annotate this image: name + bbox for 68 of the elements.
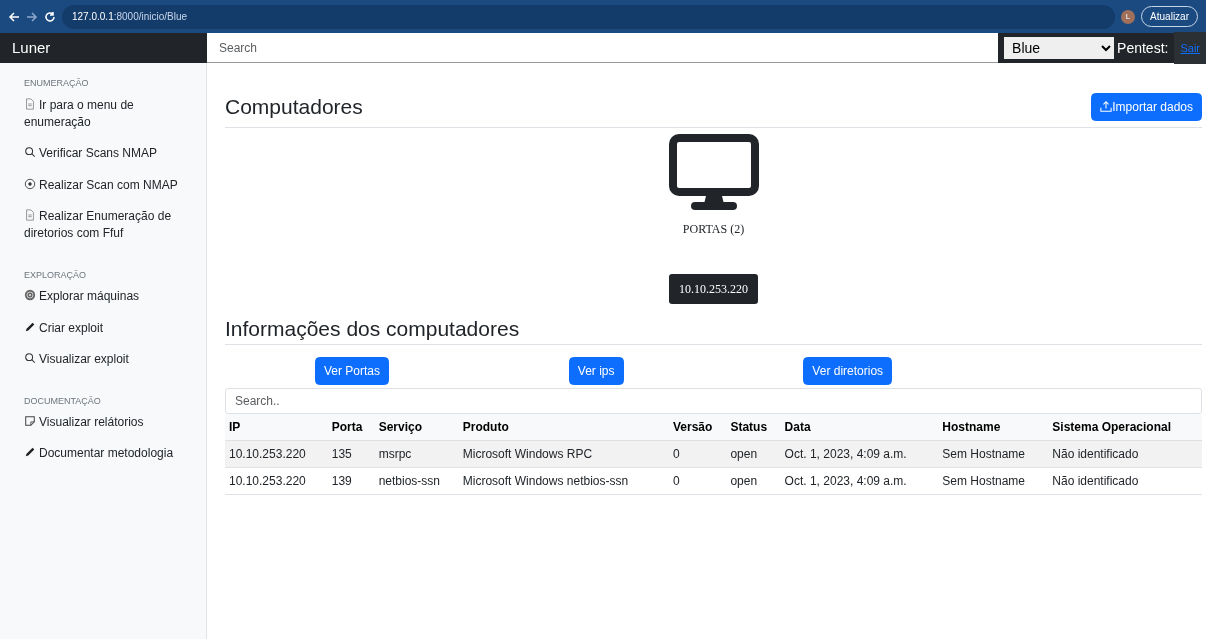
table-cell: Microsoft Windows RPC [458, 440, 669, 468]
table-cell: 10.10.253.220 [225, 440, 328, 468]
project-select[interactable]: Blue [1004, 37, 1115, 59]
column-header: Sistema Operacional [1048, 414, 1202, 441]
search-icon [24, 352, 36, 365]
note-icon [24, 415, 36, 427]
table-cell: open [726, 440, 781, 468]
column-header: Data [780, 414, 939, 441]
table-cell: msrpc [374, 440, 459, 468]
table-cell: Não identificado [1048, 440, 1202, 468]
forward-icon[interactable] [26, 10, 38, 23]
view-button[interactable]: Ver Portas [314, 357, 389, 386]
view-button[interactable]: Ver ips [568, 357, 624, 386]
search-field[interactable]: Search [207, 33, 999, 63]
sidebar-link[interactable]: Ir para o menu de enumeração [24, 96, 194, 132]
brand-logo[interactable]: Luner [0, 36, 207, 60]
pencil-icon [24, 320, 36, 333]
sidebar-link[interactable]: Realizar Scan com NMAP [24, 176, 194, 195]
column-header: Porta [327, 414, 375, 441]
table-cell: Sem Hostname [938, 440, 1049, 468]
column-header: Status [726, 414, 781, 441]
table-cell: 0 [669, 467, 727, 495]
pencil-icon [24, 446, 36, 459]
document-icon [24, 209, 36, 222]
section-heading: DOCUMENTAÇÃO [24, 394, 102, 408]
sidebar-link[interactable]: Explorar máquinas [24, 288, 194, 306]
section-title: Computadores [225, 94, 363, 120]
table-cell: Oct. 1, 2023, 4:09 a.m. [780, 440, 939, 468]
target-icon [24, 177, 36, 190]
sidebar-link[interactable]: Realizar Enumeração de diretorios com Ffuf [24, 208, 194, 243]
ip-node-label[interactable]: 10.10.253.220 [669, 274, 758, 304]
table-cell: 10.10.253.220 [225, 467, 328, 495]
column-header: Produto [458, 414, 669, 441]
column-header: Hostname [938, 414, 1049, 441]
url-text: 127.0.0.1:8000/inicio/Blue [72, 10, 188, 24]
table-cell: Oct. 1, 2023, 4:09 a.m. [780, 467, 939, 495]
table-search-field[interactable]: Search.. [225, 388, 1202, 415]
back-icon[interactable] [8, 10, 20, 23]
table-cell: Não identificado [1048, 467, 1202, 495]
document-icon [24, 97, 36, 110]
section-heading: ENUMERAÇÃO [24, 77, 90, 90]
section-heading: EXPLORAÇÃO [24, 268, 88, 282]
column-header: Versão [669, 414, 727, 441]
table-cell: 139 [327, 467, 375, 495]
table-cell: open [726, 467, 781, 495]
view-button[interactable]: Ver diretorios [803, 357, 893, 386]
reload-icon[interactable] [44, 10, 56, 23]
address-bar[interactable]: 127.0.0.1:8000/inicio/Blue [62, 4, 1116, 29]
sidebar-link[interactable]: Criar exploit [24, 319, 194, 338]
table-cell: 135 [327, 440, 375, 468]
table-cell: netbios-ssn [374, 467, 459, 495]
table-cell: Sem Hostname [938, 467, 1049, 495]
table-cell: 0 [669, 440, 727, 468]
import-button[interactable]: Importar dados [1091, 93, 1202, 121]
pentest-label: Pentest: [1117, 38, 1169, 58]
column-header: IP [225, 414, 328, 441]
disc-icon [24, 289, 36, 302]
sidebar-link[interactable]: Documentar metodologia [24, 445, 194, 463]
ports-label: PORTAS (2) [682, 221, 745, 238]
table-cell: Microsoft Windows netbios-ssn [458, 467, 669, 495]
sidebar-link[interactable]: Visualizar relátorios [24, 414, 194, 432]
sidebar-link[interactable]: Visualizar exploit [24, 351, 194, 369]
upload-icon [1100, 100, 1113, 112]
profile-avatar[interactable]: L [1121, 9, 1136, 24]
section-title: Informações dos computadores [225, 316, 521, 342]
search-icon [24, 146, 36, 159]
column-header: Serviço [374, 414, 459, 441]
sidebar-link[interactable]: Verificar Scans NMAP [24, 145, 194, 163]
